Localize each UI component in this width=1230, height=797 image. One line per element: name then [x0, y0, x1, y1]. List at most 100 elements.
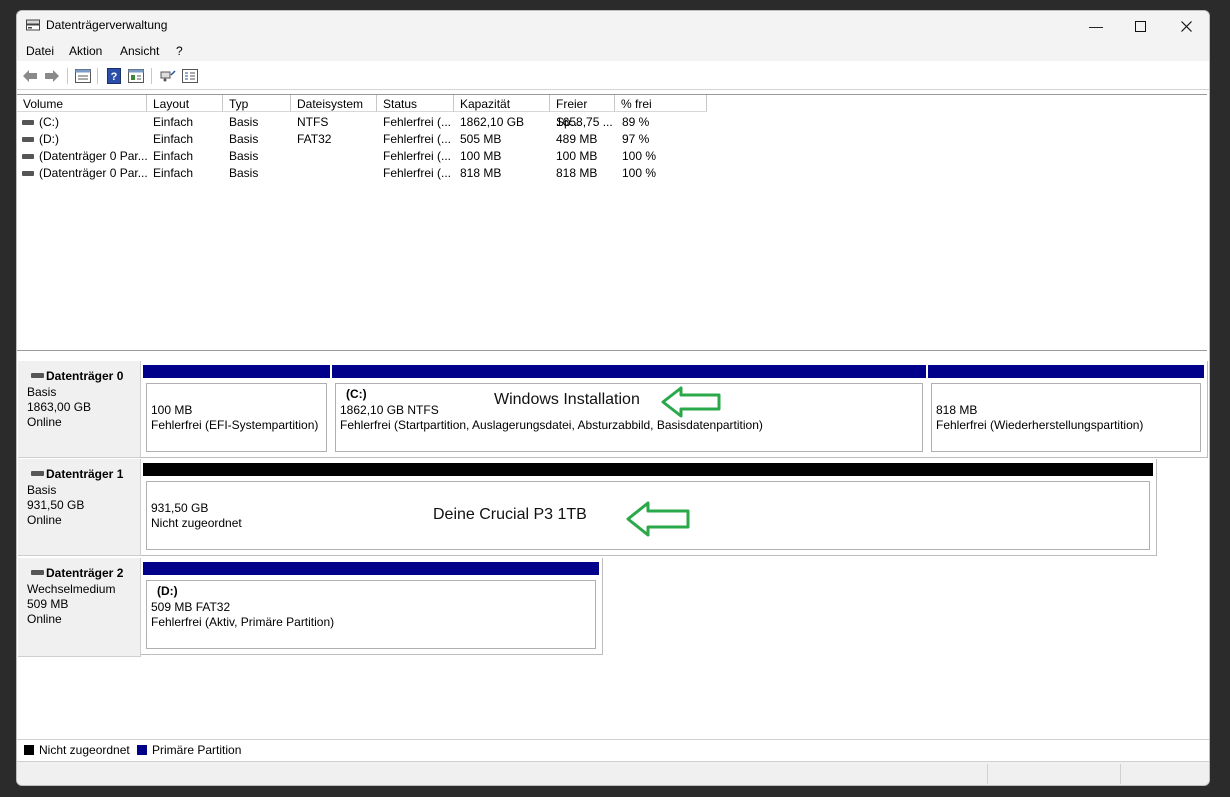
toolbar-separator: [67, 68, 68, 84]
partition-bar: [143, 365, 330, 378]
volume-cell: 100 MB: [556, 149, 598, 163]
menu-datei[interactable]: Datei: [26, 44, 54, 58]
help-button[interactable]: ?: [105, 67, 123, 85]
minimize-button[interactable]: —: [1073, 11, 1119, 41]
volume-cell: 1658,75 ...: [556, 115, 613, 129]
refresh-icon: [160, 70, 176, 82]
partition-efi[interactable]: 100 MB Fehlerfrei (EFI-Systempartition): [143, 365, 330, 455]
volume-cell: Einfach: [153, 115, 194, 129]
toolbar: ?: [17, 63, 1209, 90]
volume-list-header: Volume Layout Typ Dateisystem Status Kap…: [17, 95, 1207, 129]
forward-button[interactable]: [43, 67, 61, 85]
disk-state: Online: [27, 513, 62, 527]
green-arrow-icon: [661, 386, 721, 418]
disk-name: Datenträger 1: [46, 467, 124, 481]
volume-cell: 97 %: [622, 132, 650, 146]
partition-label: (D:): [157, 584, 178, 598]
disk-size: 1863,00 GB: [27, 400, 92, 414]
col-typ[interactable]: Typ: [223, 95, 291, 112]
disk-2-label[interactable]: Datenträger 2 Wechselmedium 509 MB Onlin…: [18, 558, 141, 657]
volume-cell: Einfach: [153, 132, 194, 146]
forward-arrow-icon: [45, 70, 59, 82]
properties-button[interactable]: [127, 67, 145, 85]
close-button[interactable]: [1163, 11, 1209, 41]
partition-status: Fehlerfrei (EFI-Systempartition): [151, 418, 319, 432]
menu-ansicht[interactable]: Ansicht: [120, 44, 159, 58]
menu-bar: Datei Aktion Ansicht ?: [17, 41, 1209, 61]
partition-box: 100 MB Fehlerfrei (EFI-Systempartition): [146, 383, 327, 452]
col-prozent-frei[interactable]: % frei: [615, 95, 707, 112]
disk-1-label[interactable]: Datenträger 1 Basis 931,50 GB Online: [18, 459, 141, 556]
maximize-button[interactable]: [1117, 11, 1163, 41]
volume-row[interactable]: (C:) Einfach Basis NTFS Fehlerfrei (... 1862,…: [17, 114, 717, 131]
legend-swatch-unallocated: [24, 745, 34, 755]
refresh-button[interactable]: [159, 67, 177, 85]
drive-icon: [22, 171, 34, 176]
volume-cell: (D:): [39, 132, 59, 146]
menu-help[interactable]: ?: [176, 44, 183, 58]
close-icon: [1180, 20, 1192, 32]
drive-icon: [22, 137, 34, 142]
partition-size: 1862,10 GB NTFS: [340, 403, 439, 417]
partition-c[interactable]: (C:) 1862,10 GB NTFS Fehlerfrei (Startpa…: [332, 365, 926, 455]
partition-status: Fehlerfrei (Aktiv, Primäre Partition): [151, 615, 335, 629]
volume-cell: Basis: [229, 166, 259, 180]
volume-cell: Einfach: [153, 149, 194, 163]
volume-cell: Einfach: [153, 166, 194, 180]
col-layout[interactable]: Layout: [147, 95, 223, 112]
drive-icon: [22, 154, 34, 159]
settings-button[interactable]: [181, 67, 199, 85]
legend: Nicht zugeordnet Primäre Partition: [17, 739, 1209, 760]
properties-icon: [128, 69, 144, 83]
volume-cell: 818 MB: [460, 166, 502, 180]
disk-name: Datenträger 0: [46, 369, 124, 383]
volume-row[interactable]: (D:) Einfach Basis FAT32 Fehlerfrei (... 505 …: [17, 131, 717, 148]
partition-status: Fehlerfrei (Startpartition, Auslagerungs…: [340, 418, 763, 432]
volume-cell: 100 %: [622, 166, 657, 180]
partition-status: Fehlerfrei (Wiederherstellungspartition): [936, 418, 1144, 432]
volume-cell: 100 MB: [460, 149, 502, 163]
disk-management-app-icon: [26, 19, 40, 31]
volume-cell: 818 MB: [556, 166, 598, 180]
partition-d[interactable]: (D:) 509 MB FAT32 Fehlerfrei (Aktiv, Pri…: [143, 562, 599, 652]
drive-icon: [22, 120, 34, 125]
col-volume[interactable]: Volume: [17, 95, 147, 112]
col-freier-speicher[interactable]: Freier Sp...: [550, 95, 615, 129]
legend-primary: Primäre Partition: [152, 743, 242, 757]
status-divider: [987, 764, 988, 784]
partition-size: 509 MB FAT32: [151, 600, 231, 614]
disk-state: Online: [27, 612, 62, 626]
show-list-button[interactable]: [74, 67, 92, 85]
volume-cell: Basis: [229, 149, 259, 163]
back-arrow-icon: [23, 70, 37, 82]
disk-name: Datenträger 2: [46, 566, 124, 580]
col-kapazitaet[interactable]: Kapazität: [454, 95, 550, 112]
removable-disk-icon: [31, 570, 44, 575]
volume-cell: Fehlerfrei (...: [383, 149, 452, 163]
legend-swatch-primary: [137, 745, 147, 755]
volume-row[interactable]: (Datenträger 0 Par... Einfach Basis Fehlerf…: [17, 165, 717, 182]
disk-0-label[interactable]: Datenträger 0 Basis 1863,00 GB Online: [18, 361, 141, 458]
settings-icon: [182, 69, 198, 83]
menu-aktion[interactable]: Aktion: [69, 44, 102, 58]
hard-disk-icon: [31, 471, 44, 476]
volume-cell: 489 MB: [556, 132, 598, 146]
partition-bar: [143, 562, 599, 575]
hard-disk-icon: [31, 373, 44, 378]
volume-cell: 100 %: [622, 149, 657, 163]
svg-text:?: ?: [111, 71, 118, 83]
back-button[interactable]: [21, 67, 39, 85]
partition-bar: [928, 365, 1204, 378]
title-bar[interactable]: Datenträgerverwaltung —: [17, 11, 1209, 41]
disk-type: Basis: [27, 483, 57, 497]
disk-state: Online: [27, 415, 62, 429]
volume-row[interactable]: (Datenträger 0 Par... Einfach Basis Fehlerf…: [17, 148, 717, 165]
status-bar: [17, 761, 1209, 785]
col-dateisystem[interactable]: Dateisystem: [291, 95, 377, 112]
disk-graphical-view: Datenträger 0 Basis 1863,00 GB Online 10…: [17, 351, 1209, 739]
col-status[interactable]: Status: [377, 95, 454, 112]
disk-type: Wechselmedium: [27, 582, 116, 596]
toolbar-separator: [151, 68, 152, 84]
status-divider: [1120, 764, 1121, 784]
partition-recovery[interactable]: 818 MB Fehlerfrei (Wiederherstellungspar…: [928, 365, 1204, 455]
